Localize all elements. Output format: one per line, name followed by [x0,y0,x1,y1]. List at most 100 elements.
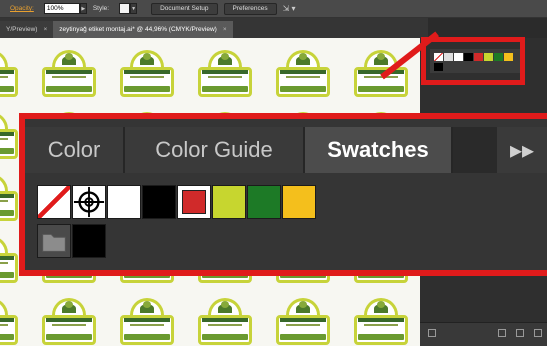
label-banner [46,334,92,340]
label-banner [202,86,248,92]
folder-icon[interactable] [37,224,71,258]
label-sub [0,76,8,78]
preferences-button[interactable]: Preferences [223,2,277,15]
label-brand [124,318,170,322]
tab-color-guide[interactable]: Color Guide [125,127,305,173]
label-sub [0,262,8,264]
new-color-group-icon[interactable] [516,329,524,337]
swatch-black[interactable] [142,185,176,219]
label-brand [0,132,14,136]
opacity-dropdown-icon[interactable]: ▶ [79,3,87,14]
label-brand [0,256,14,260]
label-leaf2 [221,301,229,308]
label-sub [52,76,86,78]
label-banner [280,334,326,340]
label-brand [280,318,326,322]
swatch-none[interactable] [37,185,71,219]
swatch-libraries-icon[interactable] [428,329,436,337]
label-banner [0,334,14,340]
registration-target-icon [73,186,105,218]
new-swatch-icon[interactable] [534,329,542,337]
label-leaf2 [65,301,73,308]
document-tab[interactable]: Y/Preview) × [0,21,54,38]
label-sub [130,76,164,78]
swatch-red[interactable] [177,185,211,219]
oil-label-artwork [194,298,256,346]
label-cap [0,174,8,192]
label-sub [0,138,8,140]
swatch-orange-yellow[interactable] [282,185,316,219]
label-sub [208,76,242,78]
label-sub [286,324,320,326]
swatch-registration[interactable] [72,185,106,219]
swatch-green[interactable] [247,185,281,219]
label-leaf2 [377,53,385,60]
panel-bottom-toolbar [420,322,547,346]
swatch-yellow-green[interactable] [212,185,246,219]
document-tab-bar: Y/Preview) × zeytinyağ etiket montaj.ai*… [0,18,428,38]
label-cap [0,50,8,68]
label-cap [0,112,8,130]
label-leaf2 [143,301,151,308]
label-sub [286,76,320,78]
swatches-panel-zoomed: Color Color Guide Swatches ▸▸ [25,119,547,270]
label-brand [0,318,14,322]
label-banner [358,334,404,340]
label-cap [0,298,8,316]
document-tab-active[interactable]: zeytinyağ etiket montaj.ai* @ 44,96% (CM… [53,21,233,38]
swatch-paper[interactable] [107,185,141,219]
oil-label-artwork [194,50,256,100]
label-brand [202,318,248,322]
label-leaf2 [143,53,151,60]
label-brand [280,70,326,74]
label-brand [202,70,248,74]
label-sub [0,200,8,202]
style-swatch[interactable] [119,3,131,14]
label-banner [46,86,92,92]
oil-label-artwork [350,298,412,346]
style-dropdown-icon[interactable]: ▼ [130,3,138,14]
document-tab-label: Y/Preview) [6,26,38,33]
label-leaf2 [299,301,307,308]
close-icon[interactable]: × [43,26,47,33]
label-banner [124,86,170,92]
label-banner [0,210,14,216]
opacity-label[interactable]: Opacity: [10,5,34,12]
label-banner [280,86,326,92]
swatch-black[interactable] [72,224,106,258]
control-bar: Opacity: 100% ▶ Style: ▼ Document Setup … [0,0,547,18]
arrange-documents-icon[interactable]: ⇲ ▾ [283,4,296,13]
label-sub [52,324,86,326]
oil-label-artwork [0,50,22,100]
label-brand [358,318,404,322]
label-brand [124,70,170,74]
oil-label-artwork [272,298,334,346]
label-sub [0,324,8,326]
oil-label-artwork [38,50,100,100]
document-setup-button[interactable]: Document Setup [151,2,218,15]
style-label: Style: [92,5,110,12]
close-icon[interactable]: × [223,26,227,33]
label-sub [208,324,242,326]
label-brand [46,318,92,322]
opacity-input[interactable]: 100% [43,3,80,14]
label-sub [130,324,164,326]
show-kinds-icon[interactable] [498,329,506,337]
double-chevron-right-icon[interactable]: ▸▸ [497,127,547,173]
label-banner [0,272,14,278]
illustrator-window: Opacity: 100% ▶ Style: ▼ Document Setup … [0,0,547,346]
oil-label-artwork [116,298,178,346]
tab-swatches[interactable]: Swatches [305,127,453,173]
highlight-box-small [421,37,525,85]
label-banner [124,334,170,340]
panel-tab-bar: Color Color Guide Swatches [25,127,547,173]
tab-color[interactable]: Color [25,127,125,173]
label-leaf2 [299,53,307,60]
oil-label-artwork [272,50,334,100]
label-leaf2 [221,53,229,60]
label-brand [0,70,14,74]
label-sub [364,324,398,326]
label-banner [0,148,14,154]
oil-label-artwork [0,298,22,346]
label-leaf2 [377,301,385,308]
